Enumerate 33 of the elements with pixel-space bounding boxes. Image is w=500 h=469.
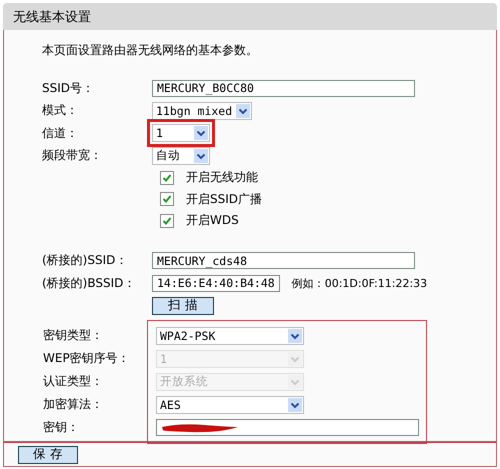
field-label: 密钥： bbox=[43, 419, 79, 436]
dropdown: 开放系统 bbox=[156, 372, 304, 390]
dropdown[interactable]: 自动 bbox=[152, 146, 210, 165]
field-label: (桥接的)BSSID： bbox=[42, 274, 136, 292]
dropdown[interactable]: AES bbox=[156, 396, 304, 414]
checkbox[interactable] bbox=[160, 170, 174, 185]
checkbox-label: 开启WDS bbox=[186, 212, 239, 230]
save-button[interactable]: 保 存 bbox=[18, 446, 78, 464]
field-label: WEP密钥序号： bbox=[43, 350, 130, 367]
checkbox-label: 开启无线功能 bbox=[186, 169, 258, 186]
password-field[interactable] bbox=[156, 419, 419, 436]
dropdown[interactable]: WPA2-PSK bbox=[156, 326, 304, 344]
dropdown[interactable]: 11bgn mixed bbox=[152, 102, 252, 120]
field-label: 加密算法： bbox=[43, 396, 103, 413]
checkbox-label: 开启SSID广播 bbox=[186, 190, 262, 208]
field-label: SSID号： bbox=[42, 80, 96, 97]
field-label: (桥接的)SSID： bbox=[42, 252, 128, 270]
field-label: 模式： bbox=[42, 102, 79, 120]
example-hint: 例如：00:1D:0F:11:22:33 bbox=[292, 276, 428, 291]
field-label: 频段带宽： bbox=[42, 147, 103, 164]
field-label: 信道： bbox=[42, 124, 79, 142]
section-title-bar: 无线基本设置 bbox=[3, 3, 497, 30]
dropdown[interactable]: 1 bbox=[152, 124, 210, 142]
field-label: 密钥类型： bbox=[43, 327, 103, 344]
scan-button[interactable]: 扫 描 bbox=[152, 296, 214, 315]
checkbox[interactable] bbox=[160, 192, 174, 206]
text-field[interactable]: 14:E6:E4:40:B4:48 bbox=[152, 274, 280, 292]
dropdown: 1 bbox=[156, 350, 304, 368]
field-label: 认证类型： bbox=[43, 373, 103, 390]
text-field[interactable]: MERCURY_B0CC80 bbox=[152, 80, 415, 97]
intro-text: 本页面设置路由器无线网络的基本参数。 bbox=[42, 42, 259, 59]
checkbox[interactable] bbox=[160, 214, 174, 228]
text-field[interactable]: MERCURY_cds48 bbox=[152, 252, 415, 270]
